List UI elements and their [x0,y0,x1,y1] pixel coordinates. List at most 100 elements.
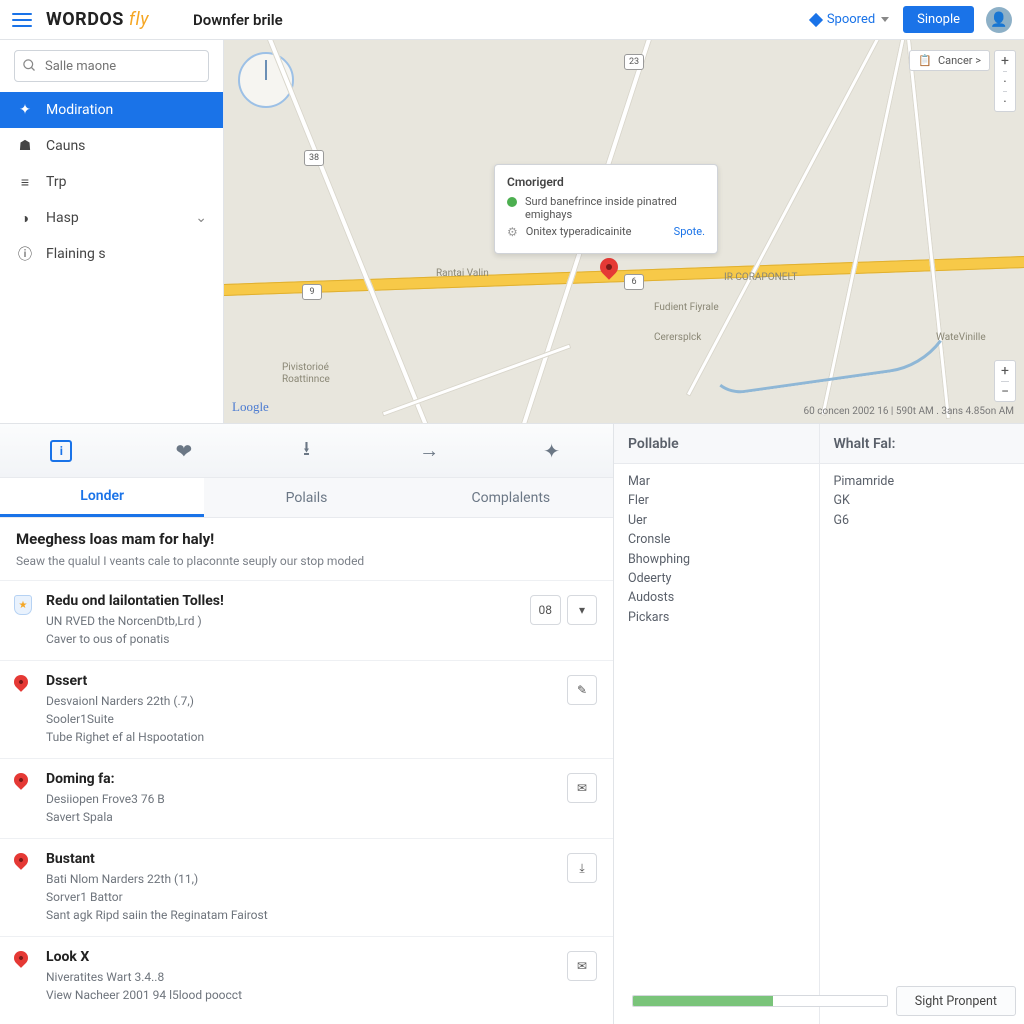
status-dot-icon [507,197,517,207]
list-item[interactable]: BustantBati Nlom Narders 22th (11,)Sorve… [0,838,613,936]
menu-icon[interactable] [12,13,32,27]
section-sub: Seaw the qualul I veants cale to placonn… [16,554,597,568]
brand: WORDOS fly [46,9,149,30]
list-item[interactable]: ★ Redu ond lailontatien Tolles! UN RVED th… [0,580,613,660]
card-line: Savert Spala [46,808,597,826]
dropdown-button[interactable]: ▾ [567,595,597,625]
list-item[interactable]: Look XNiveratites Wart 3.4..8View Nachee… [0,936,613,1016]
tab-icon-download[interactable]: ⭳ [245,424,368,477]
minus-icon: − [1001,381,1009,401]
pin-icon [11,672,31,692]
plus-icon: + [1001,361,1009,381]
zoom-top[interactable]: +·· [994,50,1016,112]
map-label: WateVinille [936,332,986,343]
card-title: Doming fa: [46,771,597,787]
list-item[interactable]: Doming fa: Desiiopen Frove3 76 BSavert Sp… [0,758,613,838]
column-pollable: Pollable MarFlerUerCronsleBhowphingOdeer… [614,424,820,1024]
diamond-icon [809,12,823,26]
sidebar-item-cauns[interactable]: ☗Cauns [0,128,223,164]
route-shield: 38 [304,150,324,166]
tab-polails[interactable]: Polails [204,478,408,517]
list-item[interactable]: Fler [628,491,805,510]
pin-icon [11,850,31,870]
avatar[interactable]: 👤 [986,7,1012,33]
row-action-button[interactable]: ⤓ [567,853,597,883]
tab-icon-bell[interactable]: ✦ [490,424,613,477]
card-line: Bati Nlom Narders 22th (11,) [46,870,597,888]
tab-londer[interactable]: Londer [0,478,204,517]
nav-icon: ✦ [16,101,34,119]
sidebar-item-flaining s[interactable]: ⓘFlaining s [0,236,223,272]
primary-action-button[interactable]: Sinople [903,6,974,33]
text-tabs: LonderPolailsComplalents [0,478,613,518]
chevron-down-icon: ⌄ [195,210,207,226]
nav-icon: ⓘ [16,245,34,263]
list-item[interactable]: GK [834,491,1011,510]
row-action-button[interactable]: ✎ [567,675,597,705]
tab-icon-chat[interactable]: ❤ [123,424,246,477]
map-label: Pivistorioé [282,362,329,373]
card-title: Redu ond lailontatien Tolles! [46,593,597,609]
zoom-bottom[interactable]: +− [994,360,1016,402]
shield-icon: ★ [14,595,32,615]
search-input[interactable] [14,50,209,82]
map-control-pill[interactable]: 📋 Cancer > [909,50,990,71]
card-line: Tube Righet ef al Hspootation [46,728,597,746]
column-title: Whalt Fal: [820,424,1024,464]
map-popup: Cmorigerd Surd banefrince inside pinatre… [494,164,718,254]
list-item[interactable]: Dssert Desvaionl Narders 22th (.7,)Sooler… [0,660,613,758]
list-item[interactable]: Odeerty [628,569,805,588]
map-label: Fudient Fiyrale [654,302,719,313]
route-shield: 9 [302,284,322,300]
card-line: Sooler1Suite [46,710,597,728]
card-line: UN RVED the NorcenDtb,Lrd ) [46,612,597,630]
map-label: Cerersplck [654,332,701,343]
list-item[interactable]: Mar [628,472,805,491]
search-field[interactable] [14,50,209,82]
progress-bar [632,995,888,1007]
nav-icon: ☗ [16,137,34,155]
card-line: Sorver1 Battor [46,888,597,906]
nav-icon: ≡ [16,173,34,191]
footer-button[interactable]: Sight Pronpent [896,986,1016,1016]
route-shield: 23 [624,54,644,70]
column-whalt: Whalt Fal: PimamrideGKG6 [820,424,1024,1024]
row-action-button[interactable]: ✉ [567,773,597,803]
route-shield: 6 [624,274,644,290]
list-item[interactable]: Bhowphing [628,550,805,569]
list-item[interactable]: G6 [834,511,1011,530]
spoored-dropdown[interactable]: Spoored [811,12,889,27]
card-line: Desiiopen Frove3 76 B [46,790,597,808]
search-icon [22,58,37,77]
row-action-button[interactable]: ✉ [567,951,597,981]
list-item[interactable]: Cronsle [628,530,805,549]
sidebar: ✦Modiration☗Cauns≡Trp◑Hasp⌄ⓘFlaining s [0,40,224,423]
popup-title: Cmorigerd [507,175,705,189]
page-title: Downfer brile [193,11,283,29]
tab-icon-arrow[interactable]: → [368,424,491,477]
map-label: Roattinnce [282,374,330,385]
value-pill[interactable]: 08 [530,595,562,625]
tab-complalents[interactable]: Complalents [409,478,613,517]
list-item[interactable]: Pickars [628,608,805,627]
map-status: 60 concen 2002 16 | 590t AM . 3ans 4.85o… [804,406,1014,417]
gear-icon: ⚙ [507,225,518,239]
list-item[interactable]: Pimamride [834,472,1011,491]
column-title: Pollable [614,424,819,464]
map-canvas[interactable]: 2338596 Rantai ValinFudient FiyraleCerer… [224,40,1024,423]
card-line: Desvaionl Narders 22th (.7,) [46,692,597,710]
map-label: IR CORAPONELT [724,272,797,283]
list-item[interactable]: Audosts [628,588,805,607]
card-line: Caver to ous of ponatis [46,630,597,648]
list-item[interactable]: Uer [628,511,805,530]
sidebar-item-hasp[interactable]: ◑Hasp⌄ [0,200,223,236]
tab-icon-info[interactable]: i [0,424,123,477]
card-line: Niveratites Wart 3.4..8 [46,968,597,986]
card-line: View Nacheer 2001 94 l5lood poocct [46,986,597,1004]
popup-link[interactable]: Spote. [674,225,705,238]
sidebar-item-trp[interactable]: ≡Trp [0,164,223,200]
card-title: Dssert [46,673,597,689]
card-line: Sant agk Ripd saiin the Reginatam Fairos… [46,906,597,924]
sidebar-item-modiration[interactable]: ✦Modiration [0,92,223,128]
chevron-down-icon [881,17,889,22]
